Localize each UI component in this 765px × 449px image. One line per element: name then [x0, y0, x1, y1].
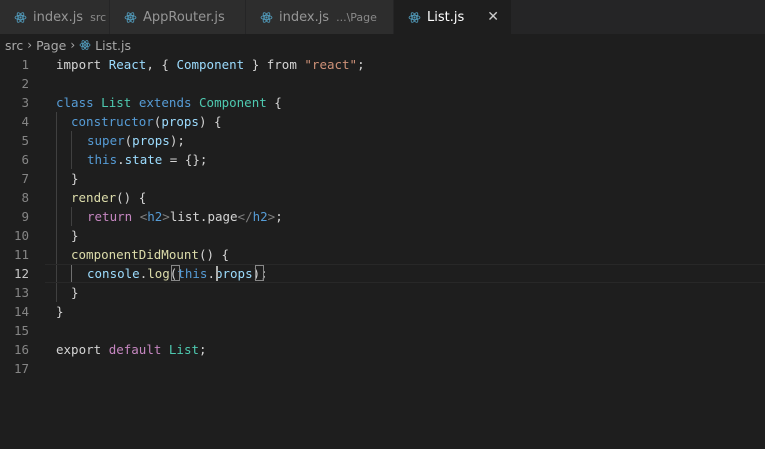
line-number: 14 [13, 304, 29, 319]
breadcrumb-item-src[interactable]: src [5, 38, 23, 53]
chevron-right-icon: › [27, 38, 33, 52]
indent-guide [56, 283, 57, 302]
code-text: constructor(props) { [71, 114, 222, 129]
line-number: 7 [21, 171, 29, 186]
code-line[interactable]: 4 constructor(props) { [0, 112, 765, 131]
react-icon [124, 11, 137, 24]
indent-guide [56, 245, 57, 264]
react-icon [14, 11, 27, 24]
indent-guide [71, 207, 72, 226]
line-number: 11 [13, 247, 29, 262]
bracket-match-highlight [255, 265, 264, 281]
tab-index-src[interactable]: index.js src [0, 0, 110, 34]
code-text: render() { [71, 190, 147, 205]
code-line[interactable]: 7 } [0, 169, 765, 188]
line-number: 13 [13, 285, 29, 300]
text-cursor [216, 266, 218, 281]
indent-guide [56, 131, 57, 150]
tab-label: index.js [279, 9, 330, 25]
close-icon[interactable]: ✕ [487, 9, 499, 25]
code-line[interactable]: 13 } [0, 283, 765, 302]
breadcrumb: src › Page › List.js [0, 34, 765, 56]
line-number: 6 [21, 152, 29, 167]
code-text: class List extends Component { [56, 95, 282, 110]
tab-label: index.js [33, 9, 84, 25]
line-number: 10 [13, 228, 29, 243]
chevron-right-icon: › [70, 38, 76, 52]
code-line[interactable]: 14 } [0, 302, 765, 321]
indent-guide [71, 131, 72, 150]
tab-label: List.js [427, 9, 465, 25]
tab-index-page[interactable]: index.js ...\Page [246, 0, 394, 34]
tab-label: AppRouter.js [143, 9, 225, 25]
code-line-current[interactable]: 12 console.log(this.props); [0, 264, 765, 283]
react-icon [260, 11, 273, 24]
indent-guide [56, 264, 57, 283]
react-icon [408, 11, 421, 24]
code-line[interactable]: 8 render() { [0, 188, 765, 207]
line-number: 4 [21, 114, 29, 129]
code-text: this.state = {}; [87, 152, 208, 167]
tab-list-active[interactable]: List.js ✕ [394, 0, 512, 34]
code-line[interactable]: 5 super(props); [0, 131, 765, 150]
indent-guide [56, 226, 57, 245]
code-text: } [71, 285, 79, 300]
line-number: 16 [13, 342, 29, 357]
breadcrumb-item-page[interactable]: Page [36, 38, 66, 53]
code-text: } [56, 304, 64, 319]
code-line[interactable]: 10 } [0, 226, 765, 245]
indent-guide [56, 207, 57, 226]
code-line[interactable]: 15 [0, 321, 765, 340]
line-number: 2 [21, 76, 29, 91]
code-line[interactable]: 9 return <h2>list.page</h2>; [0, 207, 765, 226]
line-number: 12 [13, 266, 29, 281]
code-text: } [71, 171, 79, 186]
indent-guide [56, 112, 57, 131]
code-text: } [71, 228, 79, 243]
indent-guide [71, 150, 72, 169]
code-editor[interactable]: 1 import React, { Component } from "reac… [0, 55, 765, 378]
code-line[interactable]: 17 [0, 359, 765, 378]
code-line[interactable]: 1 import React, { Component } from "reac… [0, 55, 765, 74]
code-text: import React, { Component } from "react"… [56, 57, 365, 72]
indent-guide [56, 188, 57, 207]
indent-guide [56, 150, 57, 169]
line-number: 17 [13, 361, 29, 376]
line-number: 15 [13, 323, 29, 338]
code-text: componentDidMount() { [71, 247, 230, 262]
tab-description: src [90, 10, 107, 24]
line-number: 3 [21, 95, 29, 110]
breadcrumb-item-file[interactable]: List.js [95, 38, 131, 53]
code-text: super(props); [87, 133, 185, 148]
indent-guide [56, 169, 57, 188]
code-line[interactable]: 3 class List extends Component { [0, 93, 765, 112]
code-line[interactable]: 11 componentDidMount() { [0, 245, 765, 264]
react-icon [79, 39, 91, 51]
line-number: 9 [21, 209, 29, 224]
bracket-match-highlight [171, 265, 180, 281]
tab-bar: index.js src AppRouter.js index.js ...\P… [0, 0, 765, 34]
code-text: export default List; [56, 342, 207, 357]
line-number: 5 [21, 133, 29, 148]
code-line[interactable]: 6 this.state = {}; [0, 150, 765, 169]
line-number: 1 [21, 57, 29, 72]
tab-description: ...\Page [336, 10, 377, 24]
line-number: 8 [21, 190, 29, 205]
tab-approuter[interactable]: AppRouter.js [110, 0, 246, 34]
code-line[interactable]: 16 export default List; [0, 340, 765, 359]
code-line[interactable]: 2 [0, 74, 765, 93]
indent-guide-active [71, 264, 72, 283]
code-text: return <h2>list.page</h2>; [87, 209, 283, 224]
